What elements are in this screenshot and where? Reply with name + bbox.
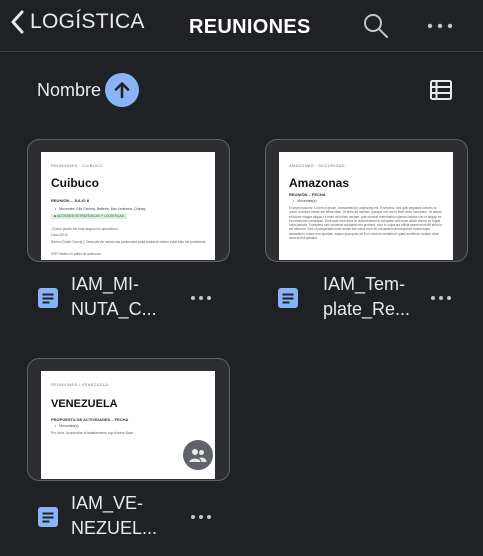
google-docs-icon (38, 288, 58, 308)
back-button[interactable]: LOGÍSTICA (10, 10, 145, 34)
file-more-button[interactable] (188, 510, 214, 524)
file-name-line: plate_Re... (323, 299, 411, 319)
shared-badge (183, 440, 213, 470)
list-view-toggle[interactable] (428, 77, 454, 103)
sort-label[interactable]: Nombre (37, 80, 101, 101)
preview-title: Cuibuco (51, 176, 99, 190)
preview-text: Razón (Doble Ocuvig ), Después de varias… (51, 240, 207, 244)
file-more-button[interactable] (188, 291, 214, 305)
preview-subtitle: REUNIÓN – JULIO 8 (51, 198, 90, 203)
preview-bullet: Moventes(s) (293, 199, 316, 203)
file-thumbnail[interactable]: REUNIONES · CUIBUCO Cuibuco REUNIÓN – JU… (27, 139, 230, 262)
file-name-line: IAM_MI- (71, 274, 140, 294)
preview-title: Amazonas (289, 176, 350, 190)
preview-title: VENEZUELA (51, 398, 118, 410)
preview-text: Por favor. Acompañar la fanatiamiento co… (51, 431, 135, 435)
file-name[interactable]: IAM_VE- NEZUEL... (71, 491, 181, 541)
google-docs-icon (38, 507, 58, 527)
more-horizontal-icon (188, 292, 214, 309)
more-horizontal-icon (428, 292, 454, 309)
chevron-left-icon (10, 10, 24, 34)
document-preview: AMAZONAS · SEGURIDAD Amazonas REUNIÓN – … (279, 152, 453, 260)
back-label: LOGÍSTICA (30, 10, 145, 33)
file-more-button[interactable] (428, 291, 454, 305)
sort-row: Nombre (0, 72, 483, 108)
preview-bullet: Moventes: Ella Grehwy, Betiebé, Mar Lede… (55, 207, 145, 211)
file-name-line: IAM_Tem- (323, 274, 406, 294)
preview-subtitle: REUNIÓN – FECHA (289, 192, 326, 197)
file-thumbnail[interactable]: AMAZONAS · SEGURIDAD Amazonas REUNIÓN – … (265, 139, 468, 262)
search-icon (362, 14, 390, 44)
list-view-icon (428, 80, 454, 107)
file-name-line: NUTA_C... (71, 299, 157, 319)
preview-chip: ■ ACCIONES ESTRATÉGICAS Y LOGÍSTICAS (51, 214, 127, 219)
page-title: REUNIONES (189, 16, 311, 38)
more-options-button[interactable] (424, 12, 460, 40)
google-docs-icon (278, 288, 298, 308)
preview-breadcrumb: AMAZONAS · SEGURIDAD (289, 163, 345, 168)
preview-text: ¿Cómo puede ser más seguro los operativo… (51, 227, 119, 231)
preview-text: Caso 32/10 (51, 233, 68, 237)
more-horizontal-icon (188, 511, 214, 528)
preview-text: VER Tablero el pallet de seleccion (51, 252, 101, 256)
file-thumbnail[interactable]: REUNIONES / VENEZUELA VENEZUELA PROPUEST… (27, 358, 230, 481)
preview-breadcrumb: REUNIONES / VENEZUELA (51, 382, 109, 387)
top-app-bar: LOGÍSTICA REUNIONES (0, 0, 483, 52)
sort-direction-button[interactable] (105, 73, 139, 107)
document-preview: REUNIONES · CUIBUCO Cuibuco REUNIÓN – JU… (41, 152, 215, 260)
preview-paragraph: Excepto fusionar, Lorem el ipsum, consec… (289, 206, 443, 241)
header-divider (0, 51, 483, 52)
file-name[interactable]: IAM_MI- NUTA_C... (71, 272, 181, 322)
file-name[interactable]: IAM_Tem- plate_Re... (323, 272, 433, 322)
file-name-line: NEZUEL... (71, 518, 158, 538)
preview-subtitle: PROPUESTA DE ACTIVIDADES – FECHA (51, 417, 129, 422)
search-button[interactable] (362, 12, 390, 40)
preview-breadcrumb: REUNIONES · CUIBUCO (51, 163, 103, 168)
more-horizontal-icon (424, 23, 460, 44)
file-name-line: IAM_VE- (71, 493, 144, 513)
preview-bullet: Moventes(s) (55, 424, 78, 428)
